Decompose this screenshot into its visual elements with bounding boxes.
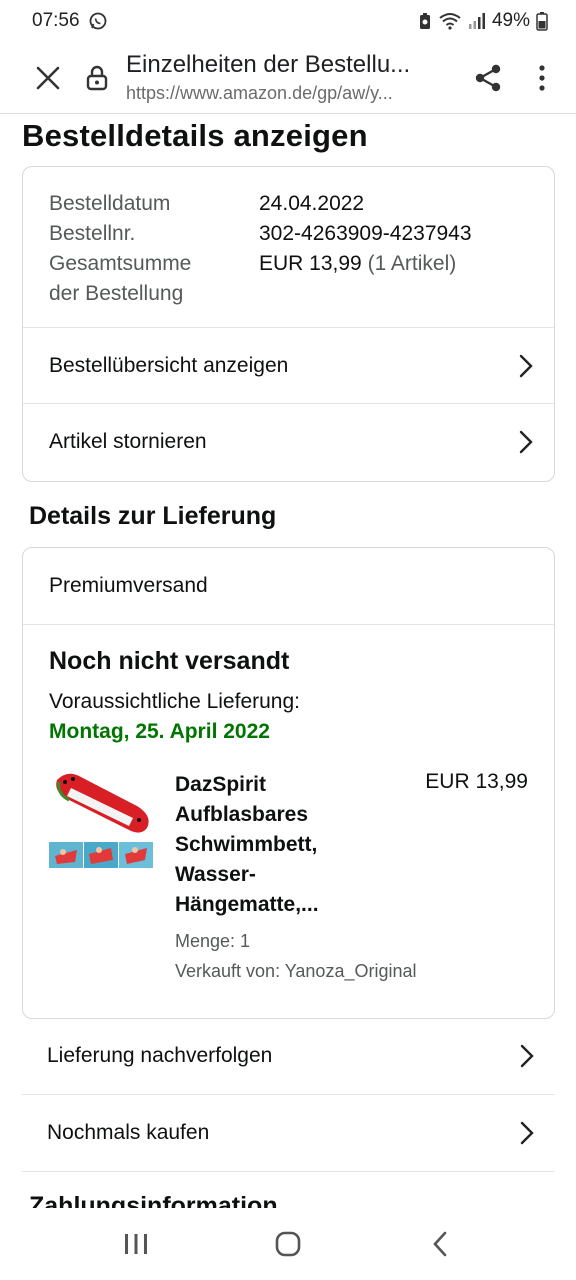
browser-page-title: Einzelheiten der Bestellu... — [126, 51, 411, 78]
browser-toolbar: Einzelheiten der Bestellu... https://www… — [0, 42, 576, 114]
chevron-right-icon — [520, 1044, 534, 1068]
order-number-value: 302-4263909-4237943 — [259, 222, 472, 245]
status-bar: 07:56 49% — [0, 0, 576, 42]
close-icon — [36, 66, 60, 89]
whatsapp-icon — [88, 11, 108, 31]
signal-icon — [468, 12, 486, 30]
recent-apps-icon — [125, 1234, 147, 1254]
order-date-label: Bestelldatum — [49, 192, 171, 215]
more-options-button[interactable] — [516, 64, 568, 92]
order-number-row: Bestellnr. 302-4263909-4237943 — [49, 219, 528, 249]
product-image[interactable] — [49, 770, 153, 870]
view-order-summary-link[interactable]: Bestellübersicht anzeigen — [23, 327, 554, 403]
cancel-items-label: Artikel stornieren — [49, 429, 207, 453]
address-bar[interactable]: Einzelheiten der Bestellu... https://www… — [120, 51, 460, 104]
status-time: 07:56 — [32, 10, 80, 31]
view-order-summary-label: Bestellübersicht anzeigen — [49, 353, 289, 377]
order-number-label: Bestellnr. — [49, 222, 136, 245]
order-total-row: Gesamtsumme der Bestellung EUR 13,99 (1 … — [49, 249, 528, 309]
payment-section-title: Zahlungsinformation — [29, 1192, 278, 1208]
home-icon — [275, 1231, 301, 1257]
browser-url: https://www.amazon.de/gp/aw/y... — [126, 83, 393, 103]
system-navigation-bar — [0, 1208, 576, 1280]
close-tab-button[interactable] — [22, 65, 74, 91]
battery-saver-icon — [418, 12, 432, 30]
share-icon — [475, 64, 501, 91]
battery-percent: 49% — [491, 10, 530, 31]
home-button[interactable] — [258, 1219, 318, 1269]
more-vert-icon — [539, 64, 545, 91]
buy-again-label: Nochmals kaufen — [47, 1121, 210, 1144]
delivery-section-title: Details zur Lieferung — [29, 502, 277, 530]
chevron-right-icon — [519, 430, 533, 453]
track-delivery-label: Lieferung nachverfolgen — [47, 1044, 273, 1067]
shipment-status: Noch nicht versandt Voraussichtliche Lie… — [23, 625, 554, 744]
item-quantity: Menge: 1 — [175, 931, 251, 951]
item-meta: Menge: 1 Verkauft von: Yanoza_Original — [175, 926, 528, 986]
order-total-label: Gesamtsumme der Bestellung — [49, 249, 259, 309]
track-delivery-link[interactable]: Lieferung nachverfolgen — [22, 1018, 555, 1095]
page-title: Bestelldetails anzeigen — [22, 118, 368, 153]
order-date-value: 24.04.2022 — [259, 192, 365, 215]
order-date-row: Bestelldatum 24.04.2022 — [49, 189, 528, 219]
delivery-estimate-date: Montag, 25. April 2022 — [49, 720, 270, 743]
order-total-amount: EUR 13,99 — [259, 252, 362, 275]
recent-apps-button[interactable] — [106, 1219, 166, 1269]
item-price: EUR 13,99 — [425, 770, 528, 793]
back-icon — [433, 1231, 447, 1257]
page-content: Bestelldetails anzeigen Bestelldatum 24.… — [0, 114, 576, 1208]
order-total-label-line1: Gesamtsumme — [49, 252, 192, 275]
order-item-count: (1 Artikel) — [367, 252, 457, 275]
battery-icon — [536, 11, 548, 31]
order-info: Bestelldatum 24.04.2022 Bestellnr. 302-4… — [23, 167, 554, 327]
chevron-right-icon — [519, 354, 533, 377]
item-title-link[interactable]: DazSpirit Aufblasbares Schwimmbett, Wass… — [175, 770, 355, 920]
delivery-card: Premiumversand Noch nicht versandt Vorau… — [22, 547, 555, 1019]
shipment-status-heading: Noch nicht versandt — [49, 647, 290, 675]
item-seller: Verkauft von: Yanoza_Original — [175, 961, 417, 981]
cancel-items-link[interactable]: Artikel stornieren — [23, 403, 554, 479]
order-actions: Lieferung nachverfolgen Nochmals kaufen — [22, 1018, 555, 1172]
chevron-right-icon — [520, 1121, 534, 1145]
item-title-row: DazSpirit Aufblasbares Schwimmbett, Wass… — [175, 770, 528, 920]
buy-again-link[interactable]: Nochmals kaufen — [22, 1095, 555, 1172]
share-button[interactable] — [460, 63, 516, 93]
wifi-icon — [438, 12, 462, 30]
order-item: DazSpirit Aufblasbares Schwimmbett, Wass… — [23, 744, 554, 986]
lock-icon[interactable] — [74, 65, 120, 91]
shipping-type: Premiumversand — [23, 548, 554, 625]
back-button[interactable] — [410, 1219, 470, 1269]
order-total-value: EUR 13,99 (1 Artikel) — [259, 249, 456, 309]
order-summary-card: Bestelldatum 24.04.2022 Bestellnr. 302-4… — [22, 166, 555, 482]
order-item-info: DazSpirit Aufblasbares Schwimmbett, Wass… — [175, 770, 528, 986]
delivery-estimate-label: Voraussichtliche Lieferung: — [49, 690, 300, 713]
order-total-label-line2: der Bestellung — [49, 282, 184, 305]
